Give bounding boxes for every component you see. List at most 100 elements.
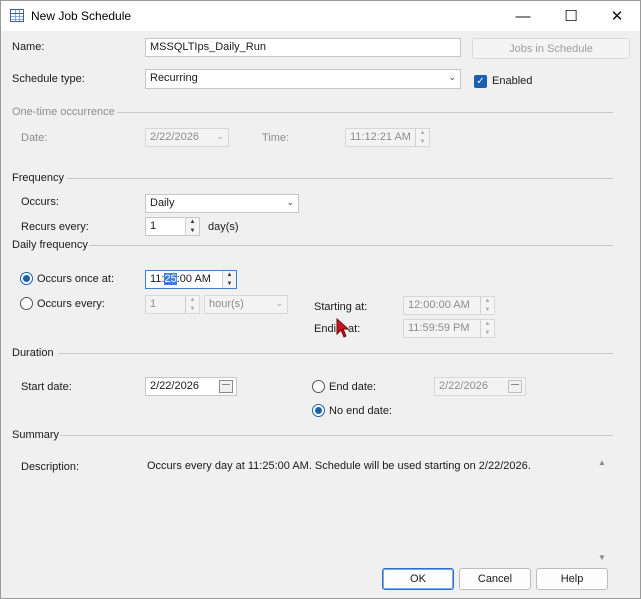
ending-at-value: 11:59:59 PM	[408, 322, 470, 334]
description-label: Description:	[21, 461, 80, 473]
spin-down-icon[interactable]: ▼	[186, 305, 199, 313]
occurs-once-time-input[interactable]: 11:25:00 AM ▲ ▼	[145, 270, 237, 289]
maximize-icon: ☐	[564, 8, 578, 25]
occurs-label: Occurs:	[21, 196, 59, 208]
occurs-every-unit-select[interactable]: hour(s) ⌄	[204, 295, 288, 314]
spin-up-icon[interactable]: ▲	[223, 271, 236, 279]
maximize-button[interactable]: ☐	[548, 1, 594, 31]
occurs-every-value: 1	[150, 298, 157, 310]
enabled-label: Enabled	[492, 75, 533, 87]
section-divider	[67, 178, 613, 179]
end-date-label: End date:	[329, 381, 377, 393]
spin-down-icon[interactable]: ▼	[416, 138, 429, 146]
one-time-time-input[interactable]: 11:12:21 AM ▲ ▼	[345, 128, 430, 147]
schedule-type-label: Schedule type:	[12, 73, 85, 85]
window-title: New Job Schedule	[31, 9, 132, 23]
start-date-value: 2/22/2026	[150, 380, 199, 392]
spin-buttons[interactable]: ▲ ▼	[480, 320, 494, 337]
summary-section-title: Summary	[12, 429, 60, 441]
description-text: Occurs every day at 11:25:00 AM. Schedul…	[147, 460, 531, 472]
name-label: Name:	[12, 41, 45, 53]
daily-frequency-section-title: Daily frequency	[12, 239, 88, 251]
section-divider	[60, 435, 613, 436]
enabled-checkbox[interactable]: ✓	[474, 75, 487, 88]
starting-at-input[interactable]: 12:00:00 AM ▲ ▼	[403, 296, 495, 315]
one-time-time-value: 11:12:21 AM	[350, 131, 411, 143]
ending-at-input[interactable]: 11:59:59 PM ▲ ▼	[403, 319, 495, 338]
one-time-date-label: Date:	[21, 132, 48, 144]
start-date-picker[interactable]: 2/22/2026	[145, 377, 237, 396]
chevron-down-icon: ⌄	[216, 131, 224, 141]
section-divider	[58, 353, 613, 354]
one-time-time-label: Time:	[262, 132, 290, 144]
once-time-minute-selected: 25	[164, 273, 177, 285]
occurs-once-label: Occurs once at:	[37, 273, 115, 285]
spin-down-icon[interactable]: ▼	[223, 280, 236, 288]
duration-section-title: Duration	[12, 347, 54, 359]
chevron-down-icon: ⌄	[448, 72, 456, 82]
spin-buttons[interactable]: ▲ ▼	[480, 297, 494, 314]
spin-down-icon[interactable]: ▼	[481, 306, 494, 314]
no-end-date-label: No end date:	[329, 405, 392, 417]
spin-buttons[interactable]: ▲ ▼	[185, 296, 199, 313]
jobs-in-schedule-button[interactable]: Jobs in Schedule	[472, 38, 630, 59]
calendar-icon[interactable]	[219, 380, 233, 393]
end-date-value: 2/22/2026	[439, 380, 488, 392]
spin-buttons[interactable]: ▲ ▼	[185, 218, 199, 235]
one-time-date-value: 2/22/2026	[150, 131, 199, 143]
minimize-icon: —	[515, 7, 531, 25]
close-icon: ✕	[610, 8, 624, 25]
spin-buttons[interactable]: ▲ ▼	[222, 271, 236, 288]
spin-buttons[interactable]: ▲ ▼	[415, 129, 429, 146]
spin-up-icon[interactable]: ▲	[481, 297, 494, 305]
frequency-section-title: Frequency	[12, 172, 64, 184]
calendar-icon[interactable]	[508, 380, 522, 393]
name-input[interactable]: MSSQLTIps_Daily_Run	[145, 38, 461, 57]
spin-down-icon[interactable]: ▼	[481, 329, 494, 337]
schedule-type-select[interactable]: Recurring ⌄	[145, 69, 461, 89]
recurs-unit-label: day(s)	[208, 221, 239, 233]
occurs-every-unit-value: hour(s)	[209, 298, 244, 310]
mouse-cursor-icon	[336, 318, 350, 338]
occurs-select[interactable]: Daily ⌄	[145, 194, 299, 213]
recurs-every-value: 1	[150, 220, 157, 232]
close-button[interactable]: ✕	[594, 1, 640, 31]
scroll-down-icon[interactable]: ▼	[598, 553, 606, 562]
spin-up-icon[interactable]: ▲	[186, 218, 199, 226]
end-date-radio[interactable]	[312, 380, 325, 393]
chevron-down-icon: ⌄	[286, 197, 294, 207]
recurs-every-input[interactable]: 1 ▲ ▼	[145, 217, 200, 236]
minimize-button[interactable]: —	[500, 1, 546, 31]
chevron-down-icon: ⌄	[275, 298, 283, 308]
ending-at-label-start: Endi	[314, 323, 337, 335]
end-date-picker[interactable]: 2/22/2026	[434, 377, 526, 396]
occurs-once-radio[interactable]	[20, 272, 33, 285]
title-bar: New Job Schedule — ☐ ✕	[1, 1, 640, 31]
occurs-every-radio[interactable]	[20, 297, 33, 310]
no-end-date-radio[interactable]	[312, 404, 325, 417]
one-time-date-picker[interactable]: 2/22/2026 ⌄	[145, 128, 229, 147]
cancel-button[interactable]: Cancel	[459, 568, 531, 590]
new-job-schedule-dialog: New Job Schedule — ☐ ✕ Name: MSSQLTIps_D…	[0, 0, 641, 599]
scroll-up-icon[interactable]: ▲	[598, 458, 606, 467]
occurs-value: Daily	[150, 197, 175, 209]
recurs-every-label: Recurs every:	[21, 221, 89, 233]
schedule-table-icon	[10, 9, 24, 22]
starting-at-label: Starting at:	[314, 301, 368, 313]
spin-up-icon[interactable]: ▲	[481, 320, 494, 328]
once-time-rest: :00 AM	[176, 273, 211, 285]
ok-button[interactable]: OK	[382, 568, 454, 590]
occurs-every-input[interactable]: 1 ▲ ▼	[145, 295, 200, 314]
section-divider	[89, 245, 613, 246]
schedule-type-value: Recurring	[150, 72, 198, 84]
description-scrollbar[interactable]: ▲ ▼	[595, 458, 609, 562]
spin-down-icon[interactable]: ▼	[186, 227, 199, 235]
start-date-label: Start date:	[21, 381, 72, 393]
section-divider	[117, 112, 613, 113]
spin-up-icon[interactable]: ▲	[186, 296, 199, 304]
one-time-section-title: One-time occurrence	[12, 106, 115, 118]
spin-up-icon[interactable]: ▲	[416, 129, 429, 137]
occurs-every-label: Occurs every:	[37, 298, 105, 310]
starting-at-value: 12:00:00 AM	[408, 299, 470, 311]
help-button[interactable]: Help	[536, 568, 608, 590]
